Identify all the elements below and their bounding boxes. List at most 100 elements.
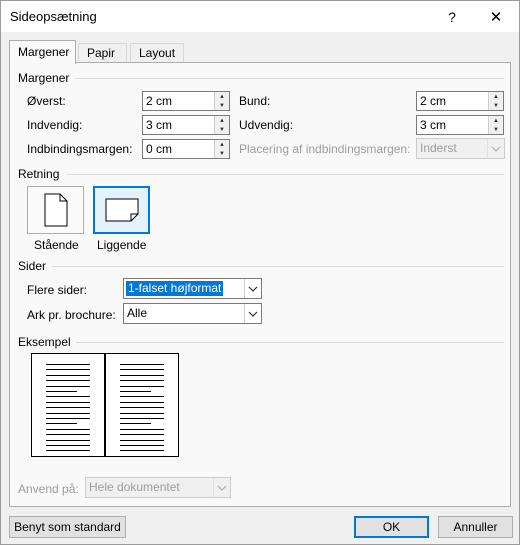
up-arrow-icon[interactable]: ▲ bbox=[215, 140, 229, 149]
up-arrow-icon[interactable]: ▲ bbox=[215, 116, 229, 125]
gutter-position-label: Placering af indbindingsmargen: bbox=[239, 142, 411, 156]
preview-text-line bbox=[120, 429, 164, 430]
up-arrow-icon[interactable]: ▲ bbox=[489, 92, 503, 101]
orientation-section-label: Retning bbox=[18, 167, 60, 181]
tab-margins[interactable]: Margener bbox=[9, 40, 76, 64]
preview-text-line bbox=[120, 391, 151, 392]
inside-margin-value: 3 cm bbox=[146, 118, 173, 132]
help-button[interactable]: ? bbox=[429, 1, 475, 32]
preview-text-line bbox=[120, 375, 164, 376]
tab-panel-margins: Margener Øverst: 2 cm ▲ ▼ Bund: 2 cm ▲ ▼… bbox=[9, 62, 511, 507]
preview-text-line bbox=[46, 440, 90, 441]
close-button[interactable]: ✕ bbox=[473, 1, 519, 32]
spinner-arrows: ▲ ▼ bbox=[214, 92, 229, 110]
tab-paper[interactable]: Papir bbox=[78, 43, 127, 63]
outside-margin-spinner[interactable]: 3 cm ▲ ▼ bbox=[416, 115, 504, 135]
inside-margin-spinner[interactable]: 3 cm ▲ ▼ bbox=[142, 115, 230, 135]
multiple-pages-select[interactable]: 1-falset højformat bbox=[123, 278, 262, 299]
bottom-margin-label: Bund: bbox=[239, 94, 271, 108]
spinner-arrows: ▲ ▼ bbox=[214, 116, 229, 134]
inside-margin-label: Indvendig: bbox=[27, 118, 83, 132]
apply-to-label: Anvend på: bbox=[18, 482, 79, 496]
preview-text-line bbox=[120, 423, 151, 424]
top-margin-spinner[interactable]: 2 cm ▲ ▼ bbox=[142, 91, 230, 111]
preview-text-line bbox=[46, 391, 77, 392]
gutter-position-select[interactable]: Inderst bbox=[416, 138, 505, 159]
preview-text-line bbox=[46, 418, 90, 419]
top-margin-label: Øverst: bbox=[27, 94, 66, 108]
preview-text-line bbox=[120, 440, 164, 441]
chevron-down-icon bbox=[487, 139, 504, 158]
set-as-default-button[interactable]: Benyt som standard bbox=[9, 516, 126, 538]
outside-margin-label: Udvendig: bbox=[239, 118, 294, 132]
preview-text-line bbox=[120, 369, 164, 370]
tab-label: Layout bbox=[139, 46, 176, 60]
chevron-down-icon bbox=[244, 304, 261, 323]
preview-text-line bbox=[120, 450, 164, 451]
sheets-per-booklet-select[interactable]: Alle bbox=[123, 303, 262, 324]
down-arrow-icon[interactable]: ▼ bbox=[489, 125, 503, 134]
preview-text-line bbox=[46, 375, 90, 376]
section-divider bbox=[67, 174, 504, 175]
preview-text-line bbox=[46, 407, 90, 408]
multiple-pages-label: Flere sider: bbox=[27, 283, 88, 297]
landscape-label: Liggende bbox=[97, 238, 147, 252]
landscape-page-icon bbox=[105, 198, 139, 222]
chevron-down-icon bbox=[244, 279, 261, 298]
gutter-value: 0 cm bbox=[146, 142, 173, 156]
multiple-pages-value: 1-falset højformat bbox=[126, 281, 224, 296]
preview-booklet bbox=[31, 353, 179, 457]
preview-text-line bbox=[46, 434, 90, 435]
preview-text-line bbox=[46, 380, 90, 381]
preview-text-line bbox=[46, 402, 90, 403]
outside-margin-value: 3 cm bbox=[420, 118, 447, 132]
ok-button[interactable]: OK bbox=[354, 516, 429, 538]
down-arrow-icon[interactable]: ▼ bbox=[489, 101, 503, 110]
portrait-option[interactable] bbox=[27, 186, 84, 234]
tab-layout[interactable]: Layout bbox=[130, 43, 184, 63]
preview-text-line bbox=[120, 445, 164, 446]
cancel-button[interactable]: Annuller bbox=[438, 516, 513, 538]
margins-section-label: Margener bbox=[18, 71, 70, 85]
preview-text-line bbox=[120, 407, 164, 408]
portrait-page-icon bbox=[44, 193, 68, 227]
preview-text-line bbox=[46, 450, 90, 451]
portrait-label: Stående bbox=[34, 238, 79, 252]
preview-text-line bbox=[46, 369, 90, 370]
gutter-label: Indbindingsmargen: bbox=[27, 142, 133, 156]
sheets-per-booklet-label: Ark pr. brochure: bbox=[27, 308, 116, 322]
set-as-default-label: Benyt som standard bbox=[14, 520, 121, 534]
ok-label: OK bbox=[382, 520, 401, 534]
down-arrow-icon[interactable]: ▼ bbox=[215, 149, 229, 158]
apply-to-value: Hele dokumentet bbox=[89, 480, 180, 494]
preview-text-line bbox=[120, 380, 164, 381]
preview-text-line bbox=[120, 413, 164, 414]
section-divider bbox=[76, 342, 504, 343]
down-arrow-icon[interactable]: ▼ bbox=[215, 101, 229, 110]
page-setup-dialog: Sideopsætning ? ✕ Margener Papir Layout … bbox=[0, 0, 520, 545]
up-arrow-icon[interactable]: ▲ bbox=[489, 116, 503, 125]
chevron-down-icon bbox=[213, 478, 230, 497]
landscape-option[interactable] bbox=[93, 186, 150, 234]
preview-text-line bbox=[120, 418, 164, 419]
tab-label: Papir bbox=[87, 46, 116, 60]
spinner-arrows: ▲ ▼ bbox=[488, 92, 503, 110]
preview-text-line bbox=[46, 364, 90, 365]
down-arrow-icon[interactable]: ▼ bbox=[215, 125, 229, 134]
top-margin-value: 2 cm bbox=[146, 94, 173, 108]
bottom-margin-spinner[interactable]: 2 cm ▲ ▼ bbox=[416, 91, 504, 111]
up-arrow-icon[interactable]: ▲ bbox=[215, 92, 229, 101]
gutter-spinner[interactable]: 0 cm ▲ ▼ bbox=[142, 139, 230, 159]
help-icon: ? bbox=[448, 8, 456, 25]
close-icon: ✕ bbox=[489, 8, 503, 26]
preview-text-line bbox=[120, 364, 164, 365]
apply-to-select[interactable]: Hele dokumentet bbox=[85, 477, 231, 498]
preview-text-line bbox=[120, 402, 164, 403]
preview-text-line bbox=[46, 423, 77, 424]
preview-section-label: Eksempel bbox=[18, 335, 71, 349]
preview-text-line bbox=[46, 413, 90, 414]
title-bar: Sideopsætning ? ✕ bbox=[1, 1, 519, 32]
preview-text-line bbox=[46, 386, 90, 387]
section-divider bbox=[74, 78, 504, 79]
preview-text-line bbox=[46, 396, 90, 397]
